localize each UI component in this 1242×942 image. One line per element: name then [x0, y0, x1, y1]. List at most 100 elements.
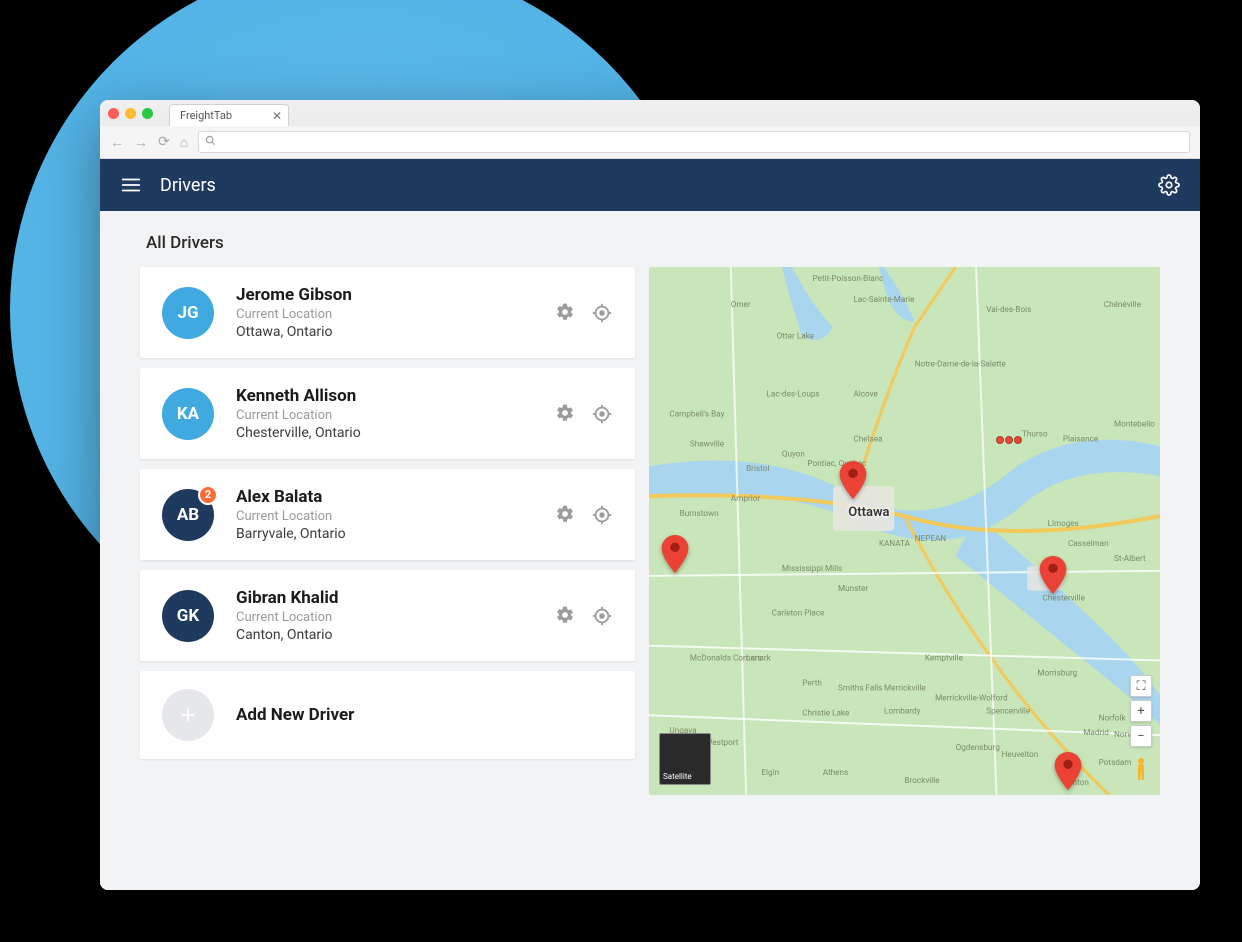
svg-text:Casselman: Casselman	[1068, 539, 1109, 548]
map-controls: ⛶ + −	[1130, 675, 1152, 747]
browser-window: FreightTab ✕ ← → ⟳ ⌂ Drivers	[100, 100, 1200, 890]
svg-text:Lombardy: Lombardy	[884, 706, 921, 715]
map-panel[interactable]: Omer Otter Lake Lac-Sainte-Marie Val-des…	[649, 267, 1160, 795]
svg-text:Brockville: Brockville	[905, 776, 940, 785]
driver-name: Alex Balata	[236, 487, 533, 507]
back-button[interactable]: ←	[110, 134, 124, 151]
locate-icon[interactable]	[591, 504, 613, 526]
section-title: All Drivers	[146, 233, 1160, 253]
pegman-icon[interactable]	[1130, 755, 1152, 783]
svg-text:Elgin: Elgin	[761, 768, 779, 777]
svg-text:St-Albert: St-Albert	[1114, 554, 1146, 563]
close-tab-icon[interactable]: ✕	[272, 109, 282, 123]
card-actions	[555, 302, 613, 324]
svg-text:Chelsea: Chelsea	[853, 434, 882, 443]
map-cluster-dots	[996, 436, 1022, 444]
map-canvas: Omer Otter Lake Lac-Sainte-Marie Val-des…	[649, 267, 1160, 795]
svg-text:McDonalds Corners: McDonalds Corners	[690, 654, 762, 663]
svg-text:Bristol: Bristol	[746, 464, 769, 473]
svg-text:Petit-Poisson-Blanc: Petit-Poisson-Blanc	[813, 274, 884, 283]
svg-text:Munster: Munster	[838, 584, 868, 593]
avatar-initials: AB	[177, 505, 199, 525]
gear-icon[interactable]	[555, 403, 577, 425]
svg-text:Norfolk: Norfolk	[1099, 713, 1127, 722]
avatar-initials: KA	[177, 404, 199, 424]
driver-sub-label: Current Location	[236, 307, 533, 322]
driver-info: Kenneth Allison Current Location Chester…	[236, 386, 533, 441]
forward-button[interactable]: →	[134, 134, 148, 151]
driver-info: Alex Balata Current Location Barryvale, …	[236, 487, 533, 542]
avatar: AB 2	[162, 489, 214, 541]
avatar: JG	[162, 287, 214, 339]
driver-card[interactable]: KA Kenneth Allison Current Location Ches…	[140, 368, 635, 459]
browser-tab-bar: FreightTab ✕	[100, 100, 1200, 126]
browser-toolbar: ← → ⟳ ⌂	[100, 126, 1200, 158]
svg-text:Carleton Place: Carleton Place	[772, 609, 825, 618]
gear-icon[interactable]	[555, 605, 577, 627]
driver-name: Kenneth Allison	[236, 386, 533, 406]
card-actions	[555, 504, 613, 526]
svg-text:Chesterville: Chesterville	[1042, 594, 1084, 603]
driver-name: Gibran Khalid	[236, 588, 533, 608]
driver-card[interactable]: JG Jerome Gibson Current Location Ottawa…	[140, 267, 635, 358]
gear-icon[interactable]	[555, 302, 577, 324]
svg-text:Val-des-Bois: Val-des-Bois	[986, 305, 1031, 314]
driver-location: Barryvale, Ontario	[236, 526, 533, 542]
satellite-toggle[interactable]: Satellite	[659, 733, 711, 785]
locate-icon[interactable]	[591, 302, 613, 324]
svg-text:NEPEAN: NEPEAN	[915, 534, 947, 543]
locate-icon[interactable]	[591, 605, 613, 627]
svg-text:Chénéville: Chénéville	[1104, 300, 1141, 309]
map-pin-chesterville[interactable]	[1039, 556, 1067, 594]
avatar: KA	[162, 388, 214, 440]
driver-sub-label: Current Location	[236, 408, 533, 423]
svg-text:Mississippi Mills: Mississippi Mills	[782, 564, 842, 573]
avatar-initials: JG	[177, 303, 198, 323]
svg-text:Madrid: Madrid	[1083, 728, 1109, 737]
add-driver-info: Add New Driver	[236, 705, 613, 725]
svg-text:Arnprior: Arnprior	[731, 494, 761, 503]
add-driver-card[interactable]: Add New Driver	[140, 671, 635, 759]
driver-card[interactable]: GK Gibran Khalid Current Location Canton…	[140, 570, 635, 661]
svg-text:Perth: Perth	[802, 679, 822, 688]
home-button[interactable]: ⌂	[180, 134, 188, 151]
maximize-window-button[interactable]	[142, 108, 153, 119]
driver-card[interactable]: AB 2 Alex Balata Current Location Barryv…	[140, 469, 635, 560]
fullscreen-button[interactable]: ⛶	[1130, 675, 1152, 697]
svg-text:Notre-Dame-de-la-Salette: Notre-Dame-de-la-Salette	[915, 360, 1006, 369]
svg-text:Merrickville-Wolford: Merrickville-Wolford	[935, 693, 1007, 702]
close-window-button[interactable]	[108, 108, 119, 119]
menu-icon[interactable]	[120, 174, 142, 196]
locate-icon[interactable]	[591, 403, 613, 425]
map-place-label: Ottawa	[848, 505, 889, 520]
svg-text:Merrickville: Merrickville	[884, 683, 926, 692]
svg-text:Christie Lake: Christie Lake	[802, 708, 849, 717]
minimize-window-button[interactable]	[125, 108, 136, 119]
browser-tab-title: FreightTab	[180, 109, 232, 122]
zoom-out-button[interactable]: −	[1130, 725, 1152, 747]
url-bar[interactable]	[198, 131, 1190, 153]
svg-text:Shawville: Shawville	[690, 439, 724, 448]
add-driver-label: Add New Driver	[236, 705, 613, 725]
gear-icon[interactable]	[555, 504, 577, 526]
map-pin-barryvale[interactable]	[661, 535, 689, 573]
main-layout: JG Jerome Gibson Current Location Ottawa…	[140, 267, 1160, 868]
driver-list: JG Jerome Gibson Current Location Ottawa…	[140, 267, 635, 868]
svg-text:Otter Lake: Otter Lake	[777, 332, 814, 341]
satellite-label: Satellite	[663, 772, 692, 781]
window-controls	[108, 108, 153, 119]
svg-text:Alcove: Alcove	[853, 390, 877, 399]
zoom-in-button[interactable]: +	[1130, 700, 1152, 722]
svg-text:Lac-Sainte-Marie: Lac-Sainte-Marie	[853, 295, 914, 304]
map-pin-ottawa[interactable]	[839, 461, 867, 499]
svg-text:Heuvelton: Heuvelton	[1002, 750, 1039, 759]
card-actions	[555, 403, 613, 425]
driver-info: Jerome Gibson Current Location Ottawa, O…	[236, 285, 533, 340]
content-area: All Drivers JG Jerome Gibson Current Loc…	[100, 211, 1200, 890]
svg-text:Thurso: Thurso	[1022, 429, 1048, 438]
reload-button[interactable]: ⟳	[158, 134, 170, 150]
browser-tab[interactable]: FreightTab ✕	[169, 104, 289, 126]
settings-icon[interactable]	[1158, 174, 1180, 196]
map-pin-canton[interactable]	[1054, 752, 1082, 790]
app-viewport: Drivers All Drivers JG Jerome Gibson Cur…	[100, 159, 1200, 890]
